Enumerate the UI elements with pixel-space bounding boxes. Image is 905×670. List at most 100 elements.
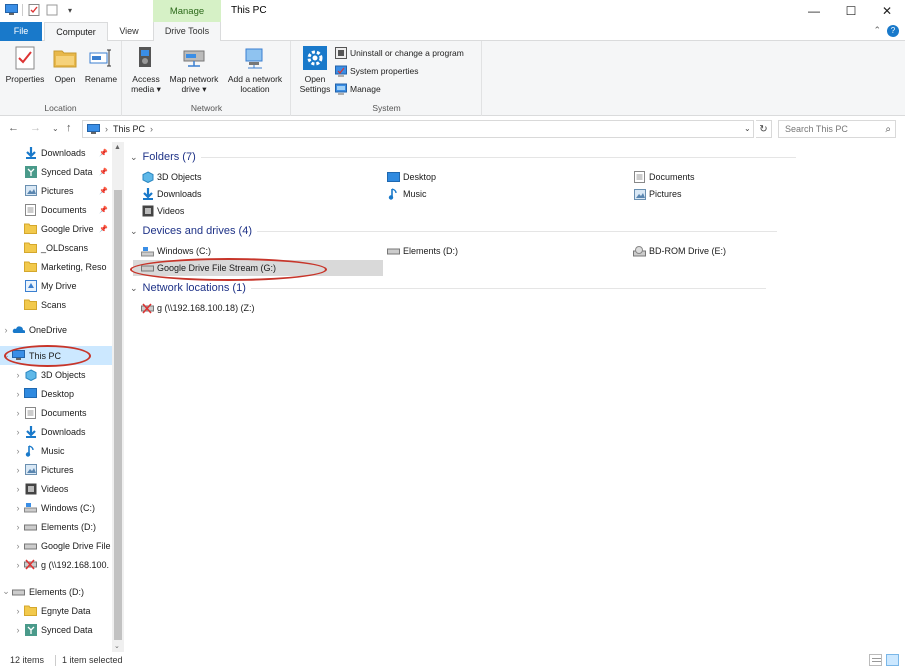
nav-item-pictures[interactable]: Pictures 📌 xyxy=(0,181,112,200)
address-bar[interactable]: › This PC › xyxy=(82,120,754,138)
nav-item-pc-windows-c[interactable]: › Windows (C:) xyxy=(0,498,112,517)
nav-item-pc-pictures[interactable]: › Pictures xyxy=(0,460,112,479)
tab-drive-tools[interactable]: Drive Tools xyxy=(153,22,221,41)
expand-chevron-icon[interactable]: › xyxy=(12,408,24,418)
drive-elements-d[interactable]: Elements (D:) xyxy=(387,243,458,259)
tab-view[interactable]: View xyxy=(110,22,148,41)
expand-chevron-icon[interactable]: › xyxy=(12,427,24,437)
large-icons-view-icon[interactable] xyxy=(886,654,899,666)
maximize-button[interactable]: ☐ xyxy=(834,0,868,22)
details-view-icon[interactable] xyxy=(869,654,882,666)
expand-chevron-icon[interactable]: › xyxy=(12,370,24,380)
scroll-up-icon[interactable]: ▲ xyxy=(114,144,121,151)
nav-item-onedrive[interactable]: › OneDrive xyxy=(0,320,112,339)
folder-videos[interactable]: Videos xyxy=(141,203,184,219)
network-section-header[interactable]: ⌄ Network locations (1) xyxy=(130,280,766,296)
nav-pane-scrollbar[interactable]: ▲ ⌄ xyxy=(112,142,124,652)
search-input[interactable]: Search This PC ⌕ xyxy=(778,120,896,138)
tab-computer[interactable]: Computer xyxy=(44,22,108,42)
folder-documents[interactable]: Documents xyxy=(633,169,695,185)
expand-chevron-icon[interactable]: › xyxy=(12,389,24,399)
nav-item-pc-music[interactable]: › Music xyxy=(0,441,112,460)
manage-context-tab[interactable]: Manage xyxy=(153,0,221,22)
expand-chevron-icon[interactable]: › xyxy=(12,606,24,616)
nav-item-marketing[interactable]: Marketing, Reso xyxy=(0,257,112,276)
folder-downloads[interactable]: Downloads xyxy=(141,186,202,202)
map-network-drive-button[interactable]: Map network drive ▾ xyxy=(165,45,223,94)
search-icon[interactable]: ⌕ xyxy=(885,122,891,138)
nav-item-elements-drive[interactable]: ⌄ Elements (D:) xyxy=(0,582,112,601)
nav-item-pc-network-g[interactable]: › g (\\192.168.100. xyxy=(0,555,112,574)
expand-chevron-icon[interactable]: › xyxy=(12,625,24,635)
nav-item-pc-elements-d[interactable]: › Elements (D:) xyxy=(0,517,112,536)
collapse-ribbon-icon[interactable]: ⌃ xyxy=(873,25,881,37)
help-icon[interactable]: ? xyxy=(887,25,899,37)
nav-item-elements-synced-data[interactable]: › Synced Data xyxy=(0,620,112,639)
add-network-location-button[interactable]: Add a network location xyxy=(223,45,287,94)
expand-chevron-icon[interactable]: › xyxy=(12,503,24,513)
pin-icon[interactable]: 📌 xyxy=(99,149,108,157)
collapse-chevron-icon[interactable]: ⌄ xyxy=(0,586,12,597)
uninstall-program-button[interactable]: Uninstall or change a program xyxy=(335,47,464,59)
nav-item-oldscans[interactable]: _OLDscans xyxy=(0,238,112,257)
nav-item-google-drive[interactable]: Google Drive 📌 xyxy=(0,219,112,238)
nav-item-pc-documents[interactable]: › Documents xyxy=(0,403,112,422)
drive-google-drive-file-stream-g[interactable]: Google Drive File Stream (G:) xyxy=(133,260,383,276)
nav-item-egnyte-data[interactable]: › Egnyte Data xyxy=(0,601,112,620)
open-settings-button[interactable]: Open Settings xyxy=(295,45,335,94)
folder-music[interactable]: Music xyxy=(387,186,427,202)
network-drive-g-z[interactable]: g (\\192.168.100.18) (Z:) xyxy=(141,300,255,316)
rename-button[interactable]: Rename xyxy=(83,45,119,84)
pin-icon[interactable]: 📌 xyxy=(99,168,108,176)
minimize-button[interactable]: — xyxy=(797,0,831,22)
nav-item-documents[interactable]: Documents 📌 xyxy=(0,200,112,219)
collapse-chevron-icon[interactable]: ⌄ xyxy=(130,283,138,294)
nav-item-pc-desktop[interactable]: › Desktop xyxy=(0,384,112,403)
address-dropdown-icon[interactable]: ⌄ xyxy=(744,124,751,133)
expand-chevron-icon[interactable]: › xyxy=(12,560,24,570)
close-button[interactable]: ✕ xyxy=(870,0,904,22)
nav-item-synced-data[interactable]: Synced Data 📌 xyxy=(0,162,112,181)
open-button[interactable]: Open xyxy=(50,45,80,84)
expand-chevron-icon[interactable]: › xyxy=(12,541,24,551)
pin-icon[interactable]: 📌 xyxy=(99,206,108,214)
qat-dropdown-icon[interactable]: ▾ xyxy=(63,3,77,17)
folder-pictures[interactable]: Pictures xyxy=(633,186,682,202)
system-properties-button[interactable]: System properties xyxy=(335,65,419,77)
nav-item-scans[interactable]: Scans xyxy=(0,295,112,314)
expand-chevron-icon[interactable]: › xyxy=(12,446,24,456)
folder-3d-objects[interactable]: 3D Objects xyxy=(141,169,202,185)
collapse-chevron-icon[interactable]: ⌄ xyxy=(0,350,12,361)
tab-file[interactable]: File xyxy=(0,22,42,41)
expand-chevron-icon[interactable]: › xyxy=(12,484,24,494)
scrollbar-thumb[interactable] xyxy=(114,190,122,640)
nav-item-this-pc[interactable]: ⌄ This PC xyxy=(0,346,112,365)
forward-arrow-icon[interactable]: → xyxy=(30,122,41,134)
nav-item-downloads[interactable]: Downloads 📌 xyxy=(0,143,112,162)
back-arrow-icon[interactable]: ← xyxy=(8,122,19,134)
nav-item-pc-downloads[interactable]: › Downloads xyxy=(0,422,112,441)
manage-button[interactable]: Manage xyxy=(335,83,381,95)
properties-button[interactable]: Properties xyxy=(4,45,46,84)
drive-windows-c[interactable]: Windows (C:) xyxy=(141,243,211,259)
expand-chevron-icon[interactable]: › xyxy=(0,325,12,335)
drives-section-header[interactable]: ⌄ Devices and drives (4) xyxy=(130,223,777,239)
expand-chevron-icon[interactable]: › xyxy=(12,465,24,475)
up-arrow-icon[interactable]: ↑ xyxy=(66,122,72,134)
access-media-button[interactable]: Access media ▾ xyxy=(127,45,165,94)
expand-chevron-icon[interactable]: › xyxy=(12,522,24,532)
collapse-chevron-icon[interactable]: ⌄ xyxy=(130,152,138,163)
properties-quick-icon[interactable] xyxy=(27,3,41,17)
nav-item-my-drive[interactable]: My Drive xyxy=(0,276,112,295)
pin-icon[interactable]: 📌 xyxy=(99,187,108,195)
nav-item-pc-3d-objects[interactable]: › 3D Objects xyxy=(0,365,112,384)
folder-desktop[interactable]: Desktop xyxy=(387,169,436,185)
scroll-down-icon[interactable]: ⌄ xyxy=(114,642,120,650)
new-folder-quick-icon[interactable] xyxy=(45,3,59,17)
refresh-icon[interactable]: ↻ xyxy=(756,120,772,138)
nav-item-pc-google-drive-file[interactable]: › Google Drive File xyxy=(0,536,112,555)
address-path[interactable]: This PC xyxy=(113,124,145,134)
drive-bd-rom-e[interactable]: BD-ROM Drive (E:) xyxy=(633,243,726,259)
folders-section-header[interactable]: ⌄ Folders (7) xyxy=(130,149,796,165)
recent-locations-chevron-icon[interactable]: ⌄ xyxy=(52,124,59,133)
